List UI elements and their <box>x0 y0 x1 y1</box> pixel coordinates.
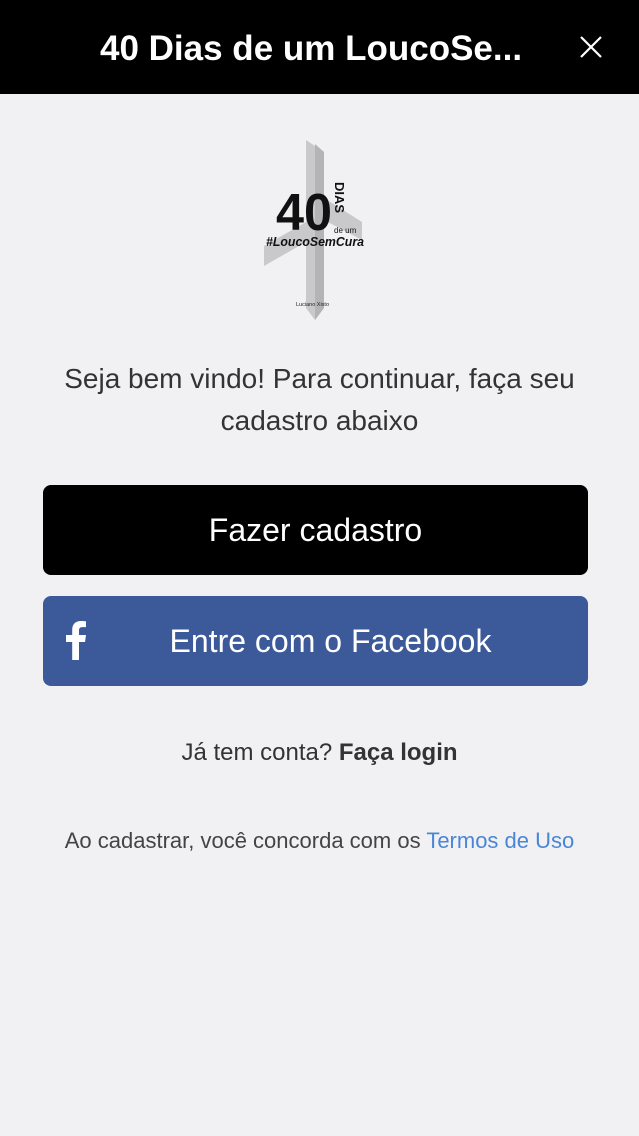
signup-button[interactable]: Fazer cadastro <box>43 485 588 575</box>
login-prompt-text: Já tem conta? <box>181 739 333 766</box>
facebook-button-label: Entre com o Facebook <box>169 622 492 659</box>
logo-dias: DIAS <box>332 182 347 213</box>
logo-author: Luciano Xisto <box>296 302 329 308</box>
terms-notice: Ao cadastrar, você concorda com os Termo… <box>60 820 579 862</box>
app-logo: 40 DIAS de um #LoucoSemCura Luciano Xist… <box>264 140 364 320</box>
login-link[interactable]: Faça login <box>339 739 458 766</box>
facebook-login-button[interactable]: Entre com o Facebook <box>43 596 588 686</box>
signup-button-label: Fazer cadastro <box>208 511 423 548</box>
terms-prefix: Ao cadastrar, você concorda com os <box>64 828 421 853</box>
logo-hashtag: #LoucoSemCura <box>266 234 364 249</box>
login-prompt: Já tem conta? Faça login <box>0 736 639 770</box>
terms-link[interactable]: Termos de Uso <box>426 828 574 853</box>
header-title: 40 Dias de um LoucoSe... <box>100 29 523 68</box>
top-bar: 40 Dias de um LoucoSe... <box>0 0 639 94</box>
close-icon[interactable] <box>578 34 604 60</box>
facebook-icon <box>66 621 86 660</box>
welcome-text: Seja bem vindo! Para continuar, faça seu… <box>64 363 575 436</box>
